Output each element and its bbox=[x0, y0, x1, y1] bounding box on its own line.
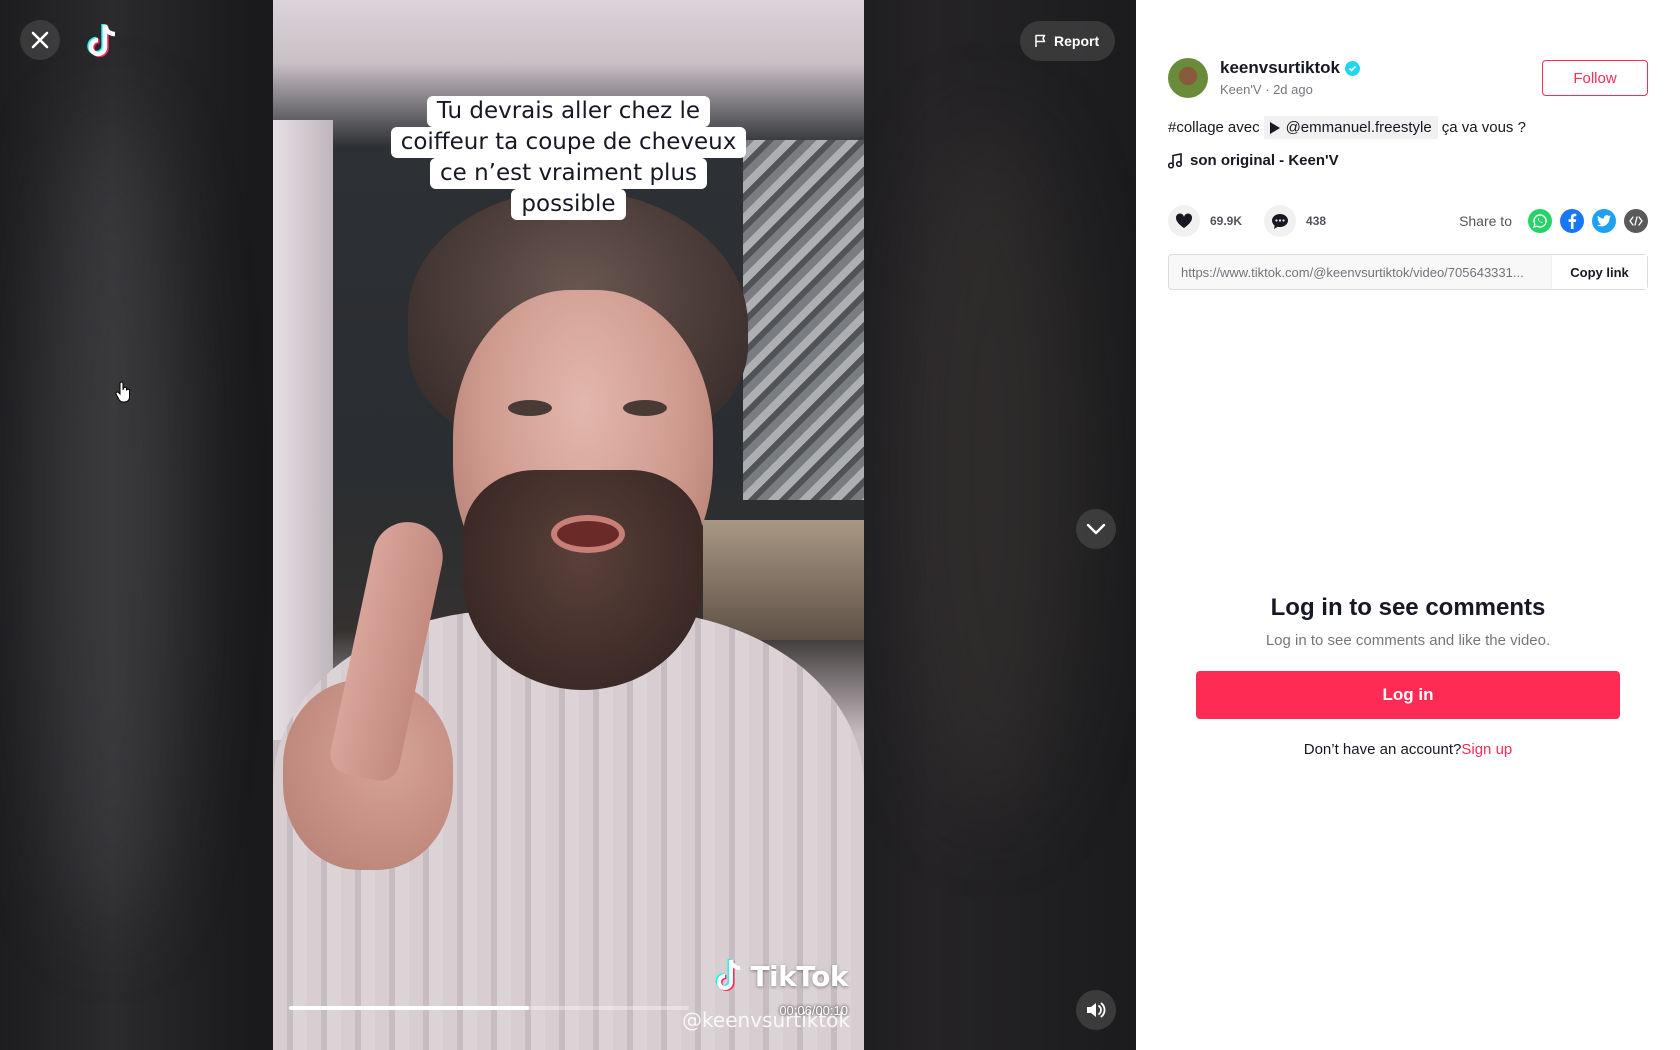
caption-line: possible bbox=[511, 189, 626, 220]
heart-icon bbox=[1168, 205, 1200, 237]
mention-link[interactable]: @emmanuel.freestyle bbox=[1263, 116, 1438, 139]
video-link-text[interactable]: https://www.tiktok.com/@keenvsurtiktok/v… bbox=[1169, 265, 1551, 280]
login-subtitle: Log in to see comments and like the vide… bbox=[1265, 632, 1551, 649]
background-blur bbox=[900, 120, 1080, 820]
stats-row: 69.9K 438 Share to bbox=[1168, 205, 1648, 237]
comment-count: 438 bbox=[1306, 214, 1327, 228]
background-blur bbox=[40, 110, 180, 930]
share-label: Share to bbox=[1459, 213, 1512, 229]
watermark-handle: @keenvsurtiktok bbox=[682, 1008, 850, 1032]
login-title: Log in to see comments bbox=[1270, 594, 1546, 621]
copy-link-button[interactable]: Copy link bbox=[1551, 255, 1647, 289]
follow-button[interactable]: Follow bbox=[1542, 60, 1648, 96]
hashtag-link[interactable]: #collage bbox=[1168, 119, 1224, 136]
author-username-link[interactable]: keenvsurtiktok bbox=[1220, 58, 1360, 78]
signup-link[interactable]: Sign up bbox=[1461, 741, 1512, 758]
video-frame[interactable]: Tu devrais aller chez le coiffeur ta cou… bbox=[273, 0, 864, 1050]
like-button[interactable]: 69.9K bbox=[1168, 205, 1242, 237]
twitter-icon[interactable] bbox=[1592, 209, 1616, 233]
video-description: #collage avec @emmanuel.freestyle ça va … bbox=[1168, 116, 1526, 139]
video-scene-beard bbox=[463, 470, 703, 690]
comment-button[interactable]: 438 bbox=[1264, 205, 1326, 237]
no-account-text: Don’t have an account? bbox=[1303, 741, 1462, 758]
music-note-icon bbox=[1168, 152, 1182, 169]
video-scene-mouth bbox=[551, 515, 625, 553]
video-progress-bar[interactable] bbox=[289, 1006, 689, 1010]
hand-cursor-icon bbox=[115, 381, 130, 403]
description-text: avec bbox=[1227, 119, 1260, 136]
tiktok-logo-icon[interactable] bbox=[86, 22, 120, 60]
close-button[interactable] bbox=[20, 20, 60, 60]
embed-icon[interactable] bbox=[1624, 209, 1648, 233]
watermark-text: TikTok bbox=[750, 959, 848, 993]
like-count: 69.9K bbox=[1210, 214, 1243, 228]
avatar[interactable] bbox=[1168, 58, 1208, 98]
video-link-box: https://www.tiktok.com/@keenvsurtiktok/v… bbox=[1168, 254, 1648, 290]
video-progress-fill bbox=[289, 1006, 529, 1010]
signup-row: Don’t have an account?Sign up bbox=[1136, 741, 1680, 758]
video-player-area: Tu devrais aller chez le coiffeur ta cou… bbox=[0, 0, 1136, 1050]
video-scene-eye bbox=[508, 400, 552, 416]
author-subline: Keen'V · 2d ago bbox=[1220, 82, 1313, 97]
chevron-down-icon bbox=[1086, 523, 1106, 535]
report-button[interactable]: Report bbox=[1020, 21, 1116, 61]
play-icon bbox=[1269, 121, 1280, 134]
volume-button[interactable] bbox=[1076, 990, 1116, 1030]
facebook-icon[interactable] bbox=[1560, 209, 1584, 233]
caption-line: coiffeur ta coupe de cheveux bbox=[390, 127, 747, 158]
caption-line: ce n’est vraiment plus bbox=[429, 158, 708, 189]
login-prompt: Log in to see comments Log in to see com… bbox=[1136, 594, 1680, 758]
whatsapp-icon[interactable] bbox=[1528, 209, 1552, 233]
tiktok-watermark: TikTok bbox=[714, 958, 848, 994]
mention-text: @emmanuel.freestyle bbox=[1285, 119, 1432, 136]
description-text: ça va vous ? bbox=[1441, 119, 1526, 136]
video-info-panel: keenvsurtiktok Keen'V · 2d ago Follow #c… bbox=[1136, 0, 1680, 1050]
tiktok-logo-icon bbox=[715, 959, 741, 991]
report-label: Report bbox=[1054, 33, 1100, 49]
music-link[interactable]: son original - Keen'V bbox=[1168, 152, 1339, 169]
caption-line: Tu devrais aller chez le bbox=[426, 96, 711, 127]
comment-icon bbox=[1264, 205, 1297, 237]
login-button[interactable]: Log in bbox=[1196, 671, 1620, 719]
video-scene-desk bbox=[703, 520, 864, 640]
verified-badge-icon bbox=[1345, 60, 1360, 76]
next-video-button[interactable] bbox=[1076, 509, 1116, 549]
video-caption: Tu devrais aller chez le coiffeur ta cou… bbox=[273, 96, 864, 220]
speaker-icon bbox=[1087, 1002, 1106, 1018]
flag-icon bbox=[1035, 34, 1046, 47]
close-icon bbox=[31, 31, 49, 49]
author-username: keenvsurtiktok bbox=[1220, 58, 1340, 77]
music-label: son original - Keen'V bbox=[1190, 152, 1339, 169]
video-scene-eye bbox=[623, 400, 667, 416]
